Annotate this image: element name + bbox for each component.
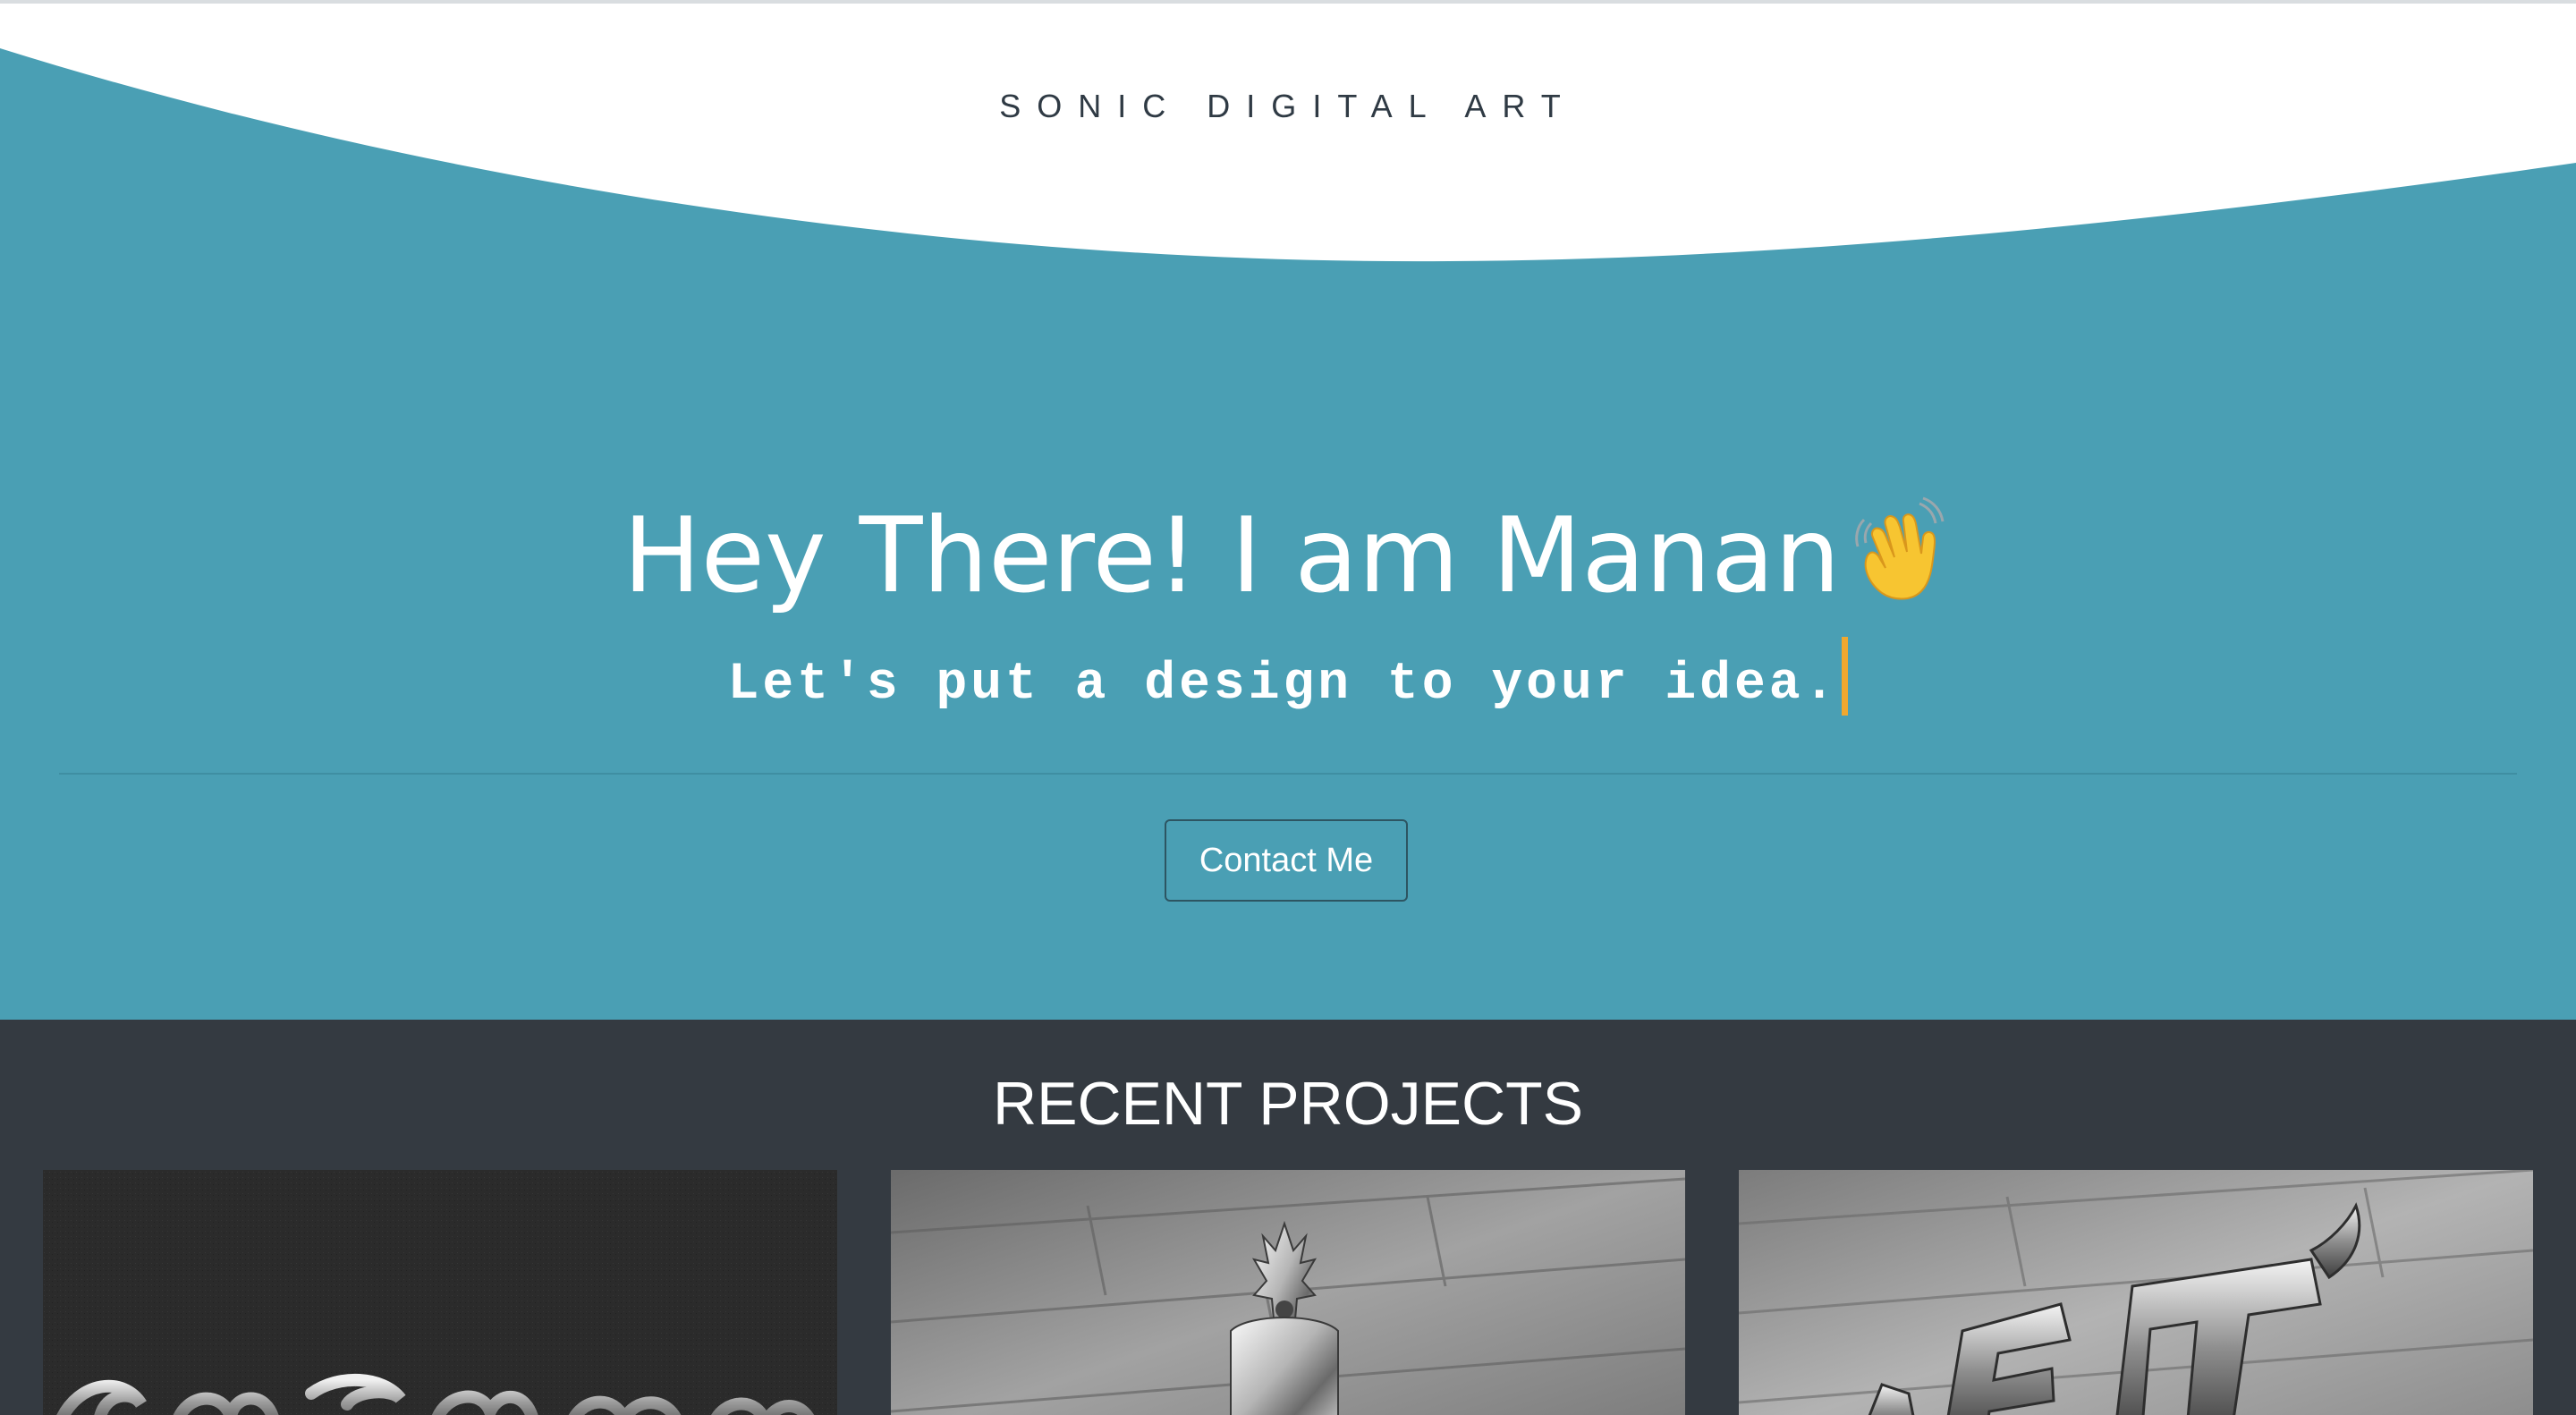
- hero-tagline-row: Let's put a design to your idea.: [0, 637, 2576, 725]
- waving-hand-icon: [1854, 496, 1945, 600]
- hero-headline: Hey There! I am Manan: [0, 494, 2576, 619]
- project-card-2[interactable]: [891, 1170, 1685, 1415]
- header-wave: [0, 4, 2576, 262]
- project-1-image: [43, 1170, 837, 1415]
- recent-projects-section: RECENT PROJECTS: [0, 1020, 2576, 1415]
- recent-projects-title: RECENT PROJECTS: [993, 1070, 1583, 1138]
- contact-me-button[interactable]: Contact Me: [1165, 819, 1408, 902]
- project-3-image: [1739, 1170, 2533, 1415]
- project-card-1[interactable]: [43, 1170, 837, 1415]
- project-2-image: [891, 1170, 1685, 1415]
- hero-divider: [59, 773, 2517, 775]
- typing-cursor: [1842, 637, 1849, 716]
- project-card-3[interactable]: [1739, 1170, 2533, 1415]
- page: SONIC DIGITAL ART Hey There! I am Manan …: [0, 0, 2576, 1415]
- hero-tagline: Let's put a design to your idea.: [727, 656, 1839, 714]
- hero-headline-text: Hey There! I am Manan: [623, 496, 1841, 616]
- site-brand[interactable]: SONIC DIGITAL ART: [0, 88, 2576, 125]
